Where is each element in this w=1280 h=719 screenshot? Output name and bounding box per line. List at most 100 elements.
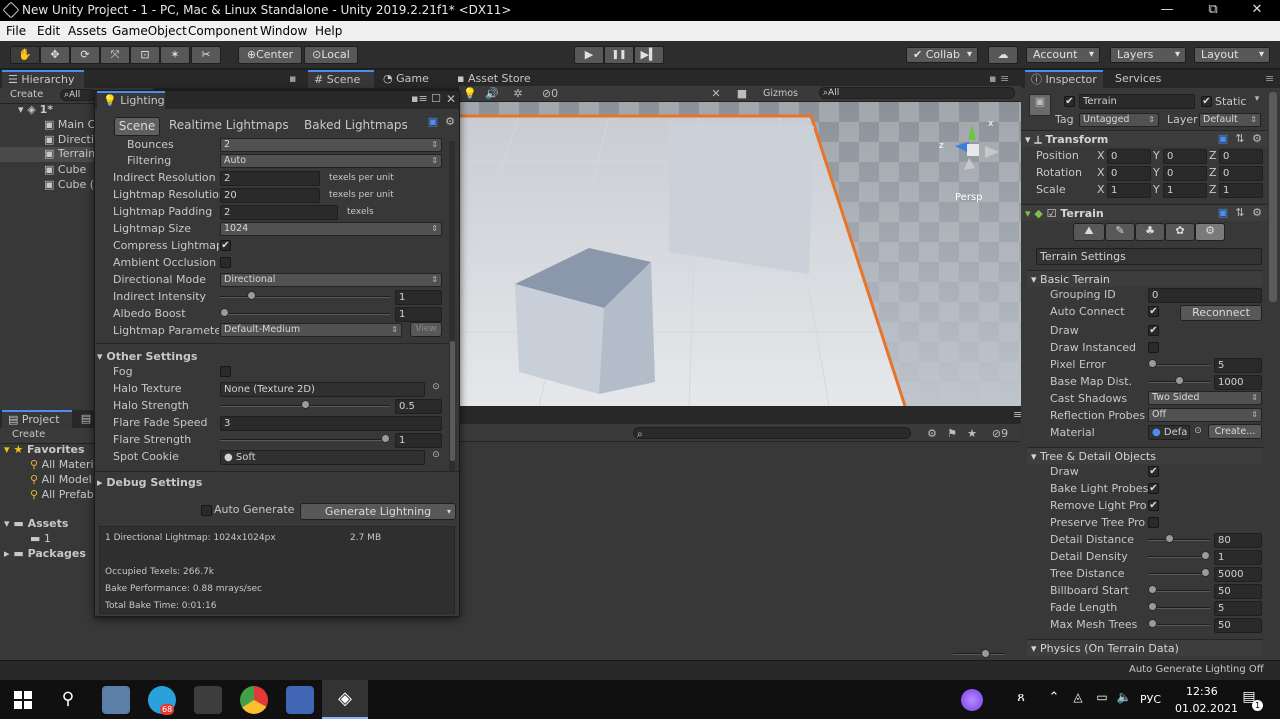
basic-terrain-header[interactable]: ▾ Basic Terrain (1027, 270, 1263, 287)
list-item[interactable]: ▣ Cube (44, 163, 86, 176)
lightmap-resolution-input[interactable]: 20 (220, 188, 320, 203)
list-item[interactable]: ▬ 1 (30, 532, 51, 545)
save-app-icon[interactable] (286, 686, 314, 714)
menu-file[interactable]: File (6, 24, 26, 38)
cast-shadows-dropdown[interactable]: Two Sided (1148, 391, 1262, 405)
menu-gameobject[interactable]: GameObject (112, 24, 187, 38)
draw-instanced-checkbox[interactable] (1148, 342, 1159, 353)
close-icon[interactable]: ✕ (444, 92, 458, 106)
billboard-start-input[interactable]: 50 (1214, 584, 1262, 599)
preset-icon[interactable]: ⇅ (1234, 206, 1246, 219)
audio-icon[interactable]: 🔊 (485, 87, 499, 100)
detail-density-input[interactable]: 1 (1214, 550, 1262, 565)
light-icon[interactable]: 💡 (463, 87, 477, 100)
tree-distance-knob[interactable] (1201, 568, 1210, 577)
cloud-icon[interactable]: ☁ (988, 46, 1018, 64)
compress-lightmaps-checkbox[interactable]: ✔ (220, 240, 231, 251)
layout-dropdown[interactable]: Layout (1194, 47, 1270, 63)
hierarchy-search-input[interactable]: ⌕All (60, 89, 96, 101)
panel-menu-icon[interactable]: ≡ (1259, 70, 1279, 88)
tab-hierarchy[interactable]: ☰ Hierarchy (2, 70, 84, 88)
scale-tool-icon[interactable]: ⤧ (100, 46, 130, 64)
terrain-settings-tool-icon[interactable]: ⚙ (1195, 223, 1225, 241)
tag-dropdown[interactable]: Untagged (1079, 113, 1159, 127)
flare-strength-input[interactable]: 1 (395, 433, 442, 448)
gizmos-dropdown[interactable]: Gizmos (763, 88, 798, 99)
tab-baked-lightmaps[interactable]: Baked Lightmaps (304, 118, 408, 132)
list-item[interactable]: ▣ Directi (44, 133, 94, 146)
collab-dropdown[interactable]: ✔ Collab (906, 47, 978, 63)
network-icon[interactable]: ◬ (1070, 690, 1086, 704)
list-item[interactable]: ▣ Cube ( (44, 178, 94, 191)
object-picker-icon[interactable]: ⊙ (431, 450, 441, 460)
console-icon[interactable]: ▤ (80, 412, 92, 425)
custom-tool-icon[interactable]: ✂ (191, 46, 221, 64)
panel-menu-icon[interactable]: ▪ ≡ (283, 70, 303, 102)
raise-terrain-tool-icon[interactable]: ⛰ (1073, 223, 1105, 241)
effects-icon[interactable]: ✲ (511, 87, 525, 100)
language-indicator[interactable]: РУС (1140, 693, 1161, 706)
hidden-count-icon[interactable]: ⊘9 (985, 427, 1015, 440)
windows-start-icon[interactable] (14, 691, 32, 709)
grouping-id-input[interactable]: 0 (1148, 288, 1262, 303)
max-mesh-trees-knob[interactable] (1148, 619, 1157, 628)
position-x-input[interactable]: 0 (1107, 149, 1151, 164)
debug-settings-header[interactable]: ▸ Debug Settings (97, 476, 202, 489)
spot-cookie-field[interactable]: ● Soft (220, 450, 425, 465)
menu-window[interactable]: Window (260, 24, 307, 38)
filter-icon[interactable]: ⚙ (925, 427, 939, 440)
reconnect-button[interactable]: Reconnect (1180, 305, 1262, 321)
filtering-dropdown[interactable]: Auto (220, 154, 442, 168)
scene-root[interactable]: ▾ ◈ 1* (18, 103, 53, 116)
rect-tool-icon[interactable]: ⊡ (130, 46, 160, 64)
clock-date[interactable]: 01.02.2021 (1175, 702, 1238, 715)
flare-fade-input[interactable]: 3 (220, 416, 442, 431)
minimize-button[interactable]: — (1144, 0, 1190, 21)
indirect-intensity-slider[interactable] (220, 296, 390, 298)
clock-time[interactable]: 12:36 (1186, 685, 1218, 698)
tab-lighting[interactable]: 💡 Lighting (97, 91, 165, 109)
list-item[interactable]: ⚲ All Prefab (30, 488, 94, 501)
panel-menu-icon[interactable]: ▪≡ (411, 92, 428, 105)
flare-strength-knob[interactable] (381, 434, 390, 443)
halo-strength-input[interactable]: 0.5 (395, 399, 442, 414)
persp-label[interactable]: Persp (955, 192, 983, 203)
lighting-scrollbar-thumb[interactable] (450, 341, 455, 461)
object-picker-icon[interactable]: ⊙ (431, 382, 441, 392)
terrain-component-header[interactable]: ▾ ◆ ☑ Terrain (1021, 204, 1267, 221)
list-item[interactable]: ▣ Main C (44, 118, 95, 131)
material-field[interactable]: ● Defa (1148, 425, 1190, 440)
ambient-occlusion-checkbox[interactable] (220, 257, 231, 268)
max-mesh-trees-input[interactable]: 50 (1214, 618, 1262, 633)
menu-component[interactable]: Component (188, 24, 258, 38)
people-icon[interactable]: ጸ (1013, 690, 1029, 705)
label-icon[interactable]: ⚑ (945, 427, 959, 440)
reflection-probes-dropdown[interactable]: Off (1148, 408, 1262, 422)
lightmap-size-dropdown[interactable]: 1024 (220, 222, 442, 236)
tree-draw-checkbox[interactable]: ✔ (1148, 466, 1159, 477)
paint-trees-tool-icon[interactable]: ♣ (1135, 223, 1165, 241)
detail-distance-input[interactable]: 80 (1214, 533, 1262, 548)
tab-lighting-scene[interactable]: Scene (114, 117, 160, 136)
account-dropdown[interactable]: Account (1026, 47, 1100, 63)
favorites-folder[interactable]: ▾ ★ Favorites (4, 443, 85, 456)
max-mesh-trees-slider[interactable] (1148, 624, 1210, 626)
flare-strength-slider[interactable] (220, 439, 390, 441)
inspector-scrollbar-thumb[interactable] (1269, 92, 1277, 302)
halo-texture-field[interactable]: None (Texture 2D) (220, 382, 425, 397)
auto-connect-checkbox[interactable]: ✔ (1148, 306, 1159, 317)
scene-viewport[interactable]: z x Persp (459, 102, 1021, 406)
zoom-slider-knob[interactable] (981, 649, 990, 658)
paint-brush-tool-icon[interactable]: ✎ (1105, 223, 1135, 241)
project-create-dropdown[interactable]: Create (12, 429, 45, 440)
settings-gear-icon[interactable]: ⚙ (1251, 206, 1263, 219)
directional-mode-dropdown[interactable]: Directional (220, 273, 442, 287)
step-button[interactable]: ▶▍ (634, 46, 664, 64)
hand-tool-icon[interactable]: ✋ (10, 46, 40, 64)
pixel-error-slider[interactable] (1148, 364, 1210, 366)
view-button[interactable]: View (410, 322, 442, 337)
other-settings-header[interactable]: ▾ Other Settings (97, 350, 197, 363)
help-icon[interactable]: ▣ (1217, 206, 1229, 219)
menu-edit[interactable]: Edit (37, 24, 60, 38)
list-item[interactable]: ⚲ All Materi (30, 458, 94, 471)
